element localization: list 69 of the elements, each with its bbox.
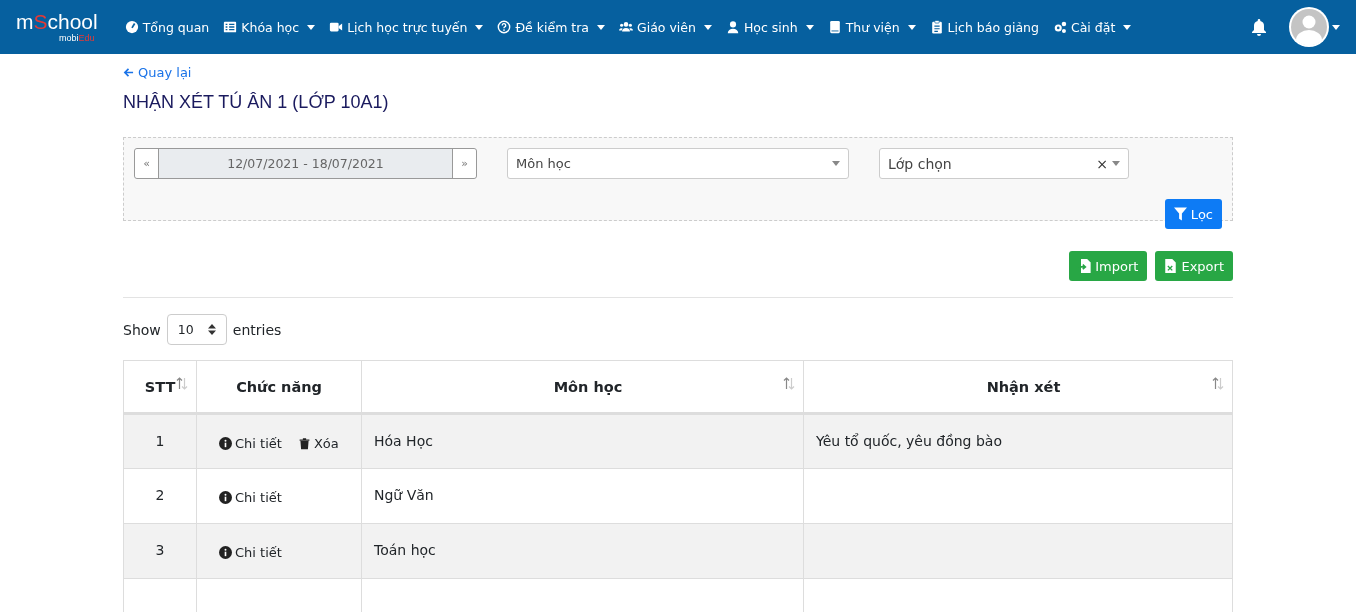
date-range-text: 12/07/2021 - 18/07/2021	[226, 155, 385, 173]
table-cell: Toán học	[361, 523, 804, 579]
subject-select[interactable]: Môn học	[507, 148, 849, 179]
caret-icon	[907, 24, 916, 30]
cogs-icon	[1052, 20, 1067, 34]
dropdown-arrow-icon	[832, 161, 840, 166]
up-down-icon	[207, 324, 216, 335]
previous-week-button[interactable]: «	[135, 149, 159, 178]
entries-label: entries	[232, 321, 282, 338]
nav-menu-item[interactable]: Lịch học trực tuyến	[322, 19, 491, 35]
list-icon	[223, 20, 238, 34]
info-icon	[219, 491, 232, 504]
show-label: Show	[123, 321, 161, 338]
caret-icon[interactable]	[1332, 24, 1340, 30]
info-icon	[219, 546, 232, 559]
detail-link[interactable]: Chi tiết	[219, 436, 282, 451]
table-cell: 3	[123, 523, 197, 579]
nav-menu-item[interactable]: Lịch báo giảng	[922, 19, 1046, 35]
gauge-icon	[124, 20, 139, 34]
table-cell: 1	[123, 413, 197, 469]
caret-icon	[307, 24, 316, 30]
file-import-icon	[1078, 259, 1092, 273]
filter-icon	[1173, 207, 1187, 221]
caret-icon	[805, 24, 814, 30]
video-icon	[329, 20, 344, 34]
question-icon	[497, 20, 512, 34]
detail-link[interactable]: Chi tiết	[219, 490, 282, 505]
delete-link[interactable]: Xóa	[297, 436, 339, 451]
avatar-icon[interactable]	[1289, 7, 1329, 47]
table-cell: Yêu tổ quốc, yêu đồng bào	[803, 413, 1233, 469]
class-select[interactable]: Lớp chọn ×	[879, 148, 1129, 179]
clear-button[interactable]: ×	[1096, 155, 1108, 172]
caret-icon	[1123, 24, 1132, 30]
table-cell: Hóa Học	[361, 413, 804, 469]
caret-icon	[597, 24, 605, 30]
user-icon	[725, 20, 740, 34]
filter-button[interactable]: Lọc	[1164, 199, 1222, 229]
clipboard-icon	[929, 20, 944, 34]
table-cell: 2	[123, 468, 197, 524]
caret-icon	[703, 24, 712, 30]
dropdown-arrow-icon	[1112, 161, 1120, 166]
nav-menu-item[interactable]: Học sinh	[718, 19, 821, 35]
date-range-picker[interactable]: « 12/07/2021 - 18/07/2021 »	[134, 148, 477, 179]
excel-file-icon	[1164, 259, 1178, 273]
trash-icon	[297, 437, 311, 450]
entries-select[interactable]: 10	[166, 314, 227, 345]
nav-menu-item[interactable]: Cài đặt	[1045, 19, 1139, 35]
detail-link[interactable]: Chi tiết	[219, 545, 282, 560]
next-week-button[interactable]: »	[452, 149, 476, 178]
sort-icon	[783, 377, 795, 390]
book-icon	[827, 20, 842, 34]
nav-menu-item[interactable]: Khóa học	[216, 19, 323, 35]
page-title: NHẬN XÉT TÚ ÂN 1 (LỚP 10A1)	[123, 92, 390, 113]
logo[interactable]: mSchool mobiEdu	[16, 11, 98, 43]
users-icon	[619, 20, 633, 34]
nav-menu-item[interactable]: Giáo viên	[612, 19, 719, 35]
nav-menu-item[interactable]: Tổng quan	[117, 19, 217, 35]
caret-icon	[475, 24, 484, 30]
select-placeholder: Môn học	[516, 156, 572, 171]
info-icon	[219, 437, 232, 450]
sort-icon	[1212, 377, 1224, 390]
nav-menu-item[interactable]: Thư viện	[820, 19, 923, 35]
select-placeholder: Lớp chọn	[888, 155, 953, 172]
back-link[interactable]: Quay lại	[123, 65, 192, 80]
table-cell: Ngữ Văn	[361, 468, 804, 524]
arrow-left-icon	[123, 67, 134, 78]
sort-icon	[176, 377, 188, 390]
nav-menu-item[interactable]: Đề kiểm tra	[490, 19, 612, 35]
bell-icon[interactable]	[1251, 18, 1267, 36]
